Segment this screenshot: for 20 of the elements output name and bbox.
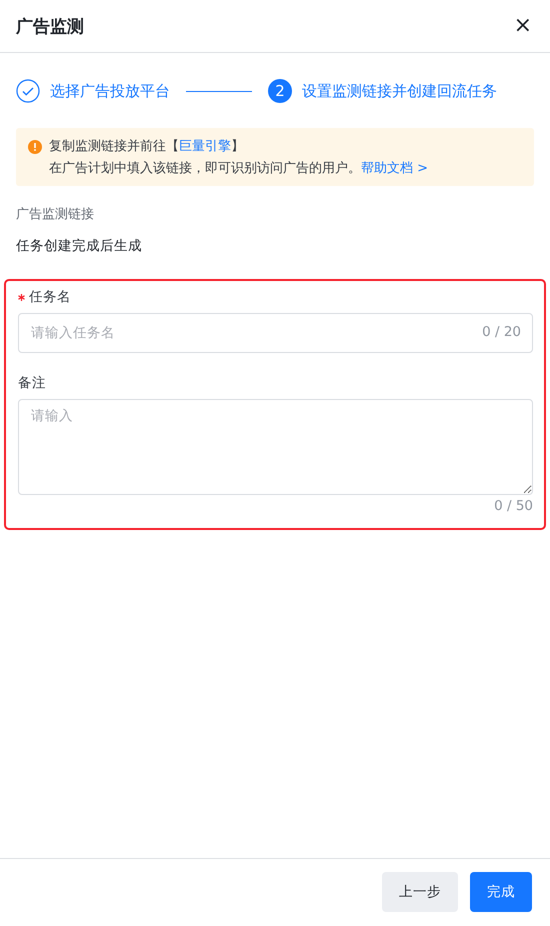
char-counter: 0 / 50 bbox=[494, 498, 533, 514]
step-connector bbox=[186, 90, 252, 92]
notice-text: 复制监测链接并前往【巨量引擎】 bbox=[49, 138, 245, 155]
field-label: 广告监测链接 bbox=[16, 206, 95, 223]
close-button[interactable]: × bbox=[512, 15, 534, 37]
notice-text: 在广告计划中填入该链接，即可识别访问广告的用户。帮助文档 > bbox=[49, 160, 428, 177]
step-number: 2 bbox=[268, 79, 292, 103]
warning-icon bbox=[28, 140, 42, 154]
field-label: 任务名 bbox=[29, 288, 71, 306]
char-counter: 0 / 20 bbox=[482, 324, 521, 340]
field-value: 任务创建完成后生成 bbox=[16, 237, 143, 255]
textarea-field[interactable]: 请输入 bbox=[18, 399, 533, 495]
field-label: 备注 bbox=[18, 374, 46, 392]
finish-button[interactable]: 完成 bbox=[470, 872, 532, 912]
dialog-title: 广告监测 bbox=[16, 16, 84, 38]
step-label: 设置监测链接并创建回流任务 bbox=[302, 82, 497, 100]
step-label: 选择广告投放平台 bbox=[50, 82, 170, 100]
back-button[interactable]: 上一步 bbox=[382, 872, 458, 912]
help-link[interactable]: 帮助文档 > bbox=[361, 161, 428, 176]
platform-link[interactable]: 巨量引擎 bbox=[179, 139, 231, 154]
